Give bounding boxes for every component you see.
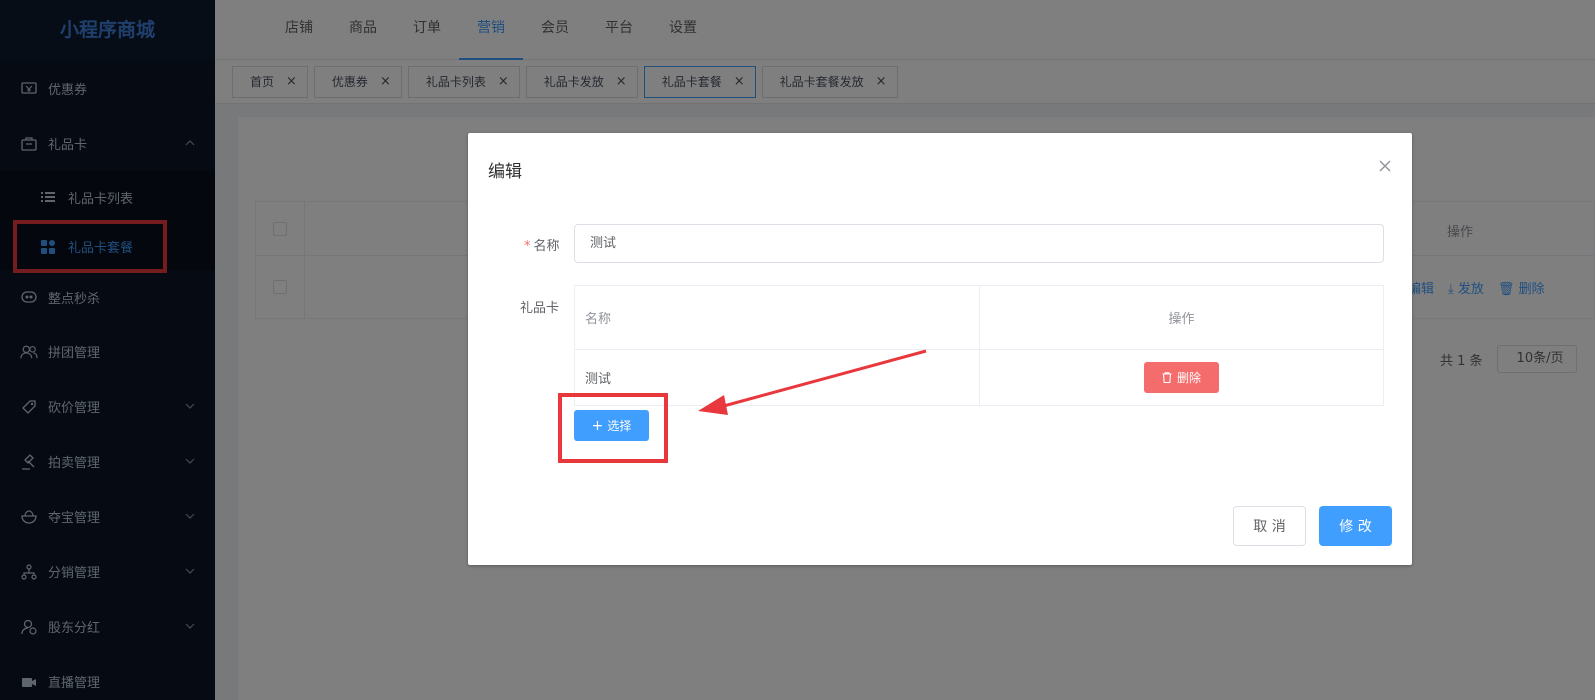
plus-icon: +	[591, 417, 604, 434]
name-label-text: 名称	[533, 239, 560, 254]
select-button-label: 选择	[607, 419, 632, 433]
delete-button-label: 删除	[1176, 371, 1201, 385]
table-header-row: 名称 操作	[575, 286, 1383, 350]
table-row: 测试 删除	[575, 350, 1383, 405]
confirm-button[interactable]: 修 改	[1319, 506, 1392, 546]
name-input[interactable]: 测试	[574, 224, 1384, 263]
cancel-button[interactable]: 取 消	[1233, 506, 1306, 546]
select-button[interactable]: + 选择	[574, 410, 649, 441]
header-name: 名称	[585, 312, 612, 327]
edit-dialog: 编辑 * 名称 测试 礼品卡 名称 操作 测试 删除 + 选择 取 消 修 改	[468, 133, 1412, 565]
name-label: * 名称	[524, 235, 560, 254]
giftcard-label: 礼品卡	[520, 301, 560, 316]
delete-button[interactable]: 删除	[1144, 362, 1219, 393]
giftcard-table: 名称 操作 测试 删除	[574, 285, 1384, 406]
close-icon[interactable]	[1378, 159, 1392, 173]
cell-operation: 删除	[979, 350, 1383, 405]
trash-icon	[1162, 372, 1172, 383]
cell-name: 测试	[585, 372, 612, 387]
required-mark: *	[524, 239, 531, 254]
header-operation: 操作	[979, 286, 1383, 349]
dialog-title: 编辑	[488, 162, 522, 182]
